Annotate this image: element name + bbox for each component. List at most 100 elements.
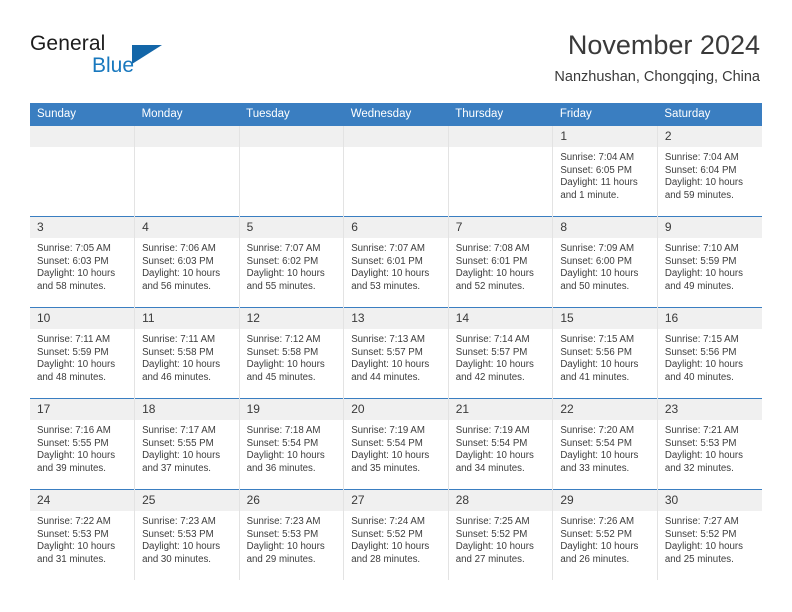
brand-logo[interactable]: General Blue — [30, 32, 250, 90]
calendar-day-cell[interactable]: 14 Sunrise: 7:14 AM Sunset: 5:57 PM Dayligh… — [448, 307, 554, 399]
weekday-header-tuesday: Tuesday — [239, 103, 344, 126]
sunrise-time: Sunrise: 7:04 AM — [664, 152, 739, 163]
day-number: 15 — [553, 308, 657, 329]
sunset-time: Sunset: 5:52 PM — [664, 528, 737, 540]
sunrise-time: Sunrise: 7:08 AM — [455, 243, 530, 254]
day-number: 3 — [30, 217, 135, 238]
calendar-day-cell[interactable]: 4 Sunrise: 7:06 AM Sunset: 6:03 PM Daylight… — [134, 216, 240, 308]
sunrise-time: Sunrise: 7:18 AM — [246, 425, 321, 436]
day-number: 22 — [553, 399, 657, 420]
day-details: Sunrise: 7:17 AM Sunset: 5:55 PM Daylight:… — [135, 420, 239, 475]
day-details: Sunrise: 7:23 AM Sunset: 5:53 PM Daylight:… — [135, 511, 239, 566]
day-number: 14 — [448, 308, 553, 329]
calendar-day-cell[interactable]: 5 Sunrise: 7:07 AM Sunset: 6:02 PM Daylight… — [239, 216, 345, 308]
calendar-day-cell[interactable]: 7 Sunrise: 7:08 AM Sunset: 6:01 PM Daylight… — [448, 216, 554, 308]
sunrise-time: Sunrise: 7:06 AM — [142, 243, 216, 254]
calendar-day-cell-empty — [448, 126, 554, 217]
daylight-duration-line2: and 55 minutes. — [246, 280, 316, 292]
day-details: Sunrise: 7:04 AM Sunset: 6:05 PM Daylight:… — [553, 147, 657, 202]
day-details: Sunrise: 7:24 AM Sunset: 5:52 PM Daylight:… — [344, 511, 448, 566]
sunrise-time: Sunrise: 7:11 AM — [37, 334, 111, 345]
day-details: Sunrise: 7:21 AM Sunset: 5:53 PM Daylight:… — [658, 420, 762, 475]
day-number — [344, 126, 448, 147]
day-details: Sunrise: 7:25 AM Sunset: 5:52 PM Daylight:… — [449, 511, 553, 566]
calendar-day-cell[interactable]: 28 Sunrise: 7:25 AM Sunset: 5:52 PM Dayligh… — [448, 489, 554, 580]
sunrise-time: Sunrise: 7:10 AM — [664, 243, 739, 254]
daylight-duration-line2: and 39 minutes. — [37, 462, 106, 474]
daylight-duration-line2: and 28 minutes. — [351, 553, 421, 565]
day-details: Sunrise: 7:22 AM Sunset: 5:53 PM Daylight:… — [30, 511, 134, 566]
daylight-duration-line2: and 40 minutes. — [664, 371, 734, 383]
calendar-day-cell[interactable]: 22 Sunrise: 7:20 AM Sunset: 5:54 PM Dayligh… — [552, 398, 658, 490]
day-details: Sunrise: 7:11 AM Sunset: 5:58 PM Daylight:… — [135, 329, 239, 384]
calendar-day-cell[interactable]: 18 Sunrise: 7:17 AM Sunset: 5:55 PM Dayligh… — [134, 398, 240, 490]
calendar-day-cell[interactable]: 25 Sunrise: 7:23 AM Sunset: 5:53 PM Dayligh… — [134, 489, 240, 580]
sunset-time: Sunset: 5:57 PM — [351, 346, 423, 358]
calendar-day-cell[interactable]: 9 Sunrise: 7:10 AM Sunset: 5:59 PM Daylight… — [657, 216, 762, 308]
sunrise-time: Sunrise: 7:07 AM — [351, 243, 425, 254]
calendar-day-cell[interactable]: 10 Sunrise: 7:11 AM Sunset: 5:59 PM Dayligh… — [30, 307, 136, 399]
daylight-duration-line2: and 1 minute. — [560, 189, 620, 201]
calendar-day-cell[interactable]: 23 Sunrise: 7:21 AM Sunset: 5:53 PM Dayligh… — [657, 398, 762, 490]
calendar-day-cell[interactable]: 11 Sunrise: 7:11 AM Sunset: 5:58 PM Dayligh… — [134, 307, 240, 399]
calendar-day-cell[interactable]: 27 Sunrise: 7:24 AM Sunset: 5:52 PM Dayligh… — [343, 489, 449, 580]
calendar-day-cell[interactable]: 17 Sunrise: 7:16 AM Sunset: 5:55 PM Dayligh… — [30, 398, 136, 490]
sunset-time: Sunset: 5:54 PM — [560, 437, 632, 449]
calendar-day-cell[interactable]: 24 Sunrise: 7:22 AM Sunset: 5:53 PM Dayligh… — [30, 489, 136, 580]
day-number — [239, 126, 344, 147]
day-number: 19 — [239, 399, 344, 420]
day-number: 17 — [30, 399, 135, 420]
calendar-day-cell[interactable]: 12 Sunrise: 7:12 AM Sunset: 5:58 PM Dayligh… — [239, 307, 345, 399]
sunrise-time: Sunrise: 7:23 AM — [246, 516, 321, 527]
sunrise-time: Sunrise: 7:11 AM — [142, 334, 216, 345]
day-details: Sunrise: 7:09 AM Sunset: 6:00 PM Daylight:… — [553, 238, 657, 293]
daylight-duration-line2: and 41 minutes. — [560, 371, 630, 383]
day-number: 13 — [344, 308, 448, 329]
calendar-day-cell[interactable]: 13 Sunrise: 7:13 AM Sunset: 5:57 PM Dayligh… — [343, 307, 449, 399]
sunset-time: Sunset: 6:03 PM — [142, 255, 214, 267]
calendar-day-cell[interactable]: 29 Sunrise: 7:26 AM Sunset: 5:52 PM Dayligh… — [552, 489, 658, 580]
day-number: 2 — [657, 126, 762, 147]
daylight-duration-line1: Daylight: 10 hours — [664, 268, 743, 280]
day-details: Sunrise: 7:19 AM Sunset: 5:54 PM Daylight:… — [344, 420, 448, 475]
calendar-day-cell[interactable]: 8 Sunrise: 7:09 AM Sunset: 6:00 PM Daylight… — [552, 216, 658, 308]
calendar-day-cell[interactable]: 21 Sunrise: 7:19 AM Sunset: 5:54 PM Dayligh… — [448, 398, 554, 490]
sunset-time: Sunset: 5:53 PM — [246, 528, 319, 540]
daylight-duration-line1: Daylight: 10 hours — [455, 268, 534, 280]
day-number: 8 — [553, 217, 657, 238]
daylight-duration-line2: and 33 minutes. — [560, 462, 630, 474]
sunset-time: Sunset: 6:05 PM — [560, 164, 632, 176]
page-header: General Blue November 2024 Nanzhushan, C… — [30, 28, 760, 98]
daylight-duration-line1: Daylight: 10 hours — [246, 359, 325, 371]
sunset-time: Sunset: 6:00 PM — [560, 255, 632, 267]
daylight-duration-line1: Daylight: 10 hours — [142, 359, 221, 371]
weekday-header-sunday: Sunday — [30, 103, 135, 126]
calendar-day-cell[interactable]: 2 Sunrise: 7:04 AM Sunset: 6:04 PM Daylight… — [657, 126, 762, 217]
daylight-duration-line2: and 49 minutes. — [664, 280, 734, 292]
day-details: Sunrise: 7:06 AM Sunset: 6:03 PM Daylight:… — [135, 238, 239, 293]
calendar-day-cell[interactable]: 1 Sunrise: 7:04 AM Sunset: 6:05 PM Daylight… — [552, 126, 658, 217]
daylight-duration-line1: Daylight: 10 hours — [37, 541, 116, 553]
day-number — [135, 126, 239, 147]
calendar-day-cell[interactable]: 3 Sunrise: 7:05 AM Sunset: 6:03 PM Daylight… — [30, 216, 136, 308]
calendar-day-cell[interactable]: 26 Sunrise: 7:23 AM Sunset: 5:53 PM Dayligh… — [239, 489, 345, 580]
calendar-day-cell-empty — [30, 126, 136, 217]
calendar-day-cell[interactable]: 20 Sunrise: 7:19 AM Sunset: 5:54 PM Dayligh… — [343, 398, 449, 490]
daylight-duration-line2: and 52 minutes. — [455, 280, 525, 292]
daylight-duration-line2: and 56 minutes. — [142, 280, 211, 292]
sunset-time: Sunset: 6:04 PM — [664, 164, 737, 176]
calendar-week-row: 10 Sunrise: 7:11 AM Sunset: 5:59 PM Dayligh… — [30, 307, 762, 399]
calendar-day-cell[interactable]: 30 Sunrise: 7:27 AM Sunset: 5:52 PM Dayligh… — [657, 489, 762, 580]
calendar-day-cell[interactable]: 6 Sunrise: 7:07 AM Sunset: 6:01 PM Daylight… — [343, 216, 449, 308]
daylight-duration-line2: and 36 minutes. — [246, 462, 316, 474]
daylight-duration-line2: and 32 minutes. — [664, 462, 734, 474]
sunset-time: Sunset: 5:53 PM — [664, 437, 737, 449]
title-block: November 2024 Nanzhushan, Chongqing, Chi… — [554, 28, 760, 87]
calendar-day-cell[interactable]: 15 Sunrise: 7:15 AM Sunset: 5:56 PM Dayligh… — [552, 307, 658, 399]
daylight-duration-line2: and 53 minutes. — [351, 280, 421, 292]
sunrise-time: Sunrise: 7:20 AM — [560, 425, 635, 436]
daylight-duration-line1: Daylight: 10 hours — [560, 450, 639, 462]
calendar-day-cell[interactable]: 19 Sunrise: 7:18 AM Sunset: 5:54 PM Dayligh… — [239, 398, 345, 490]
daylight-duration-line1: Daylight: 10 hours — [455, 359, 534, 371]
calendar-day-cell[interactable]: 16 Sunrise: 7:15 AM Sunset: 5:56 PM Dayligh… — [657, 307, 762, 399]
